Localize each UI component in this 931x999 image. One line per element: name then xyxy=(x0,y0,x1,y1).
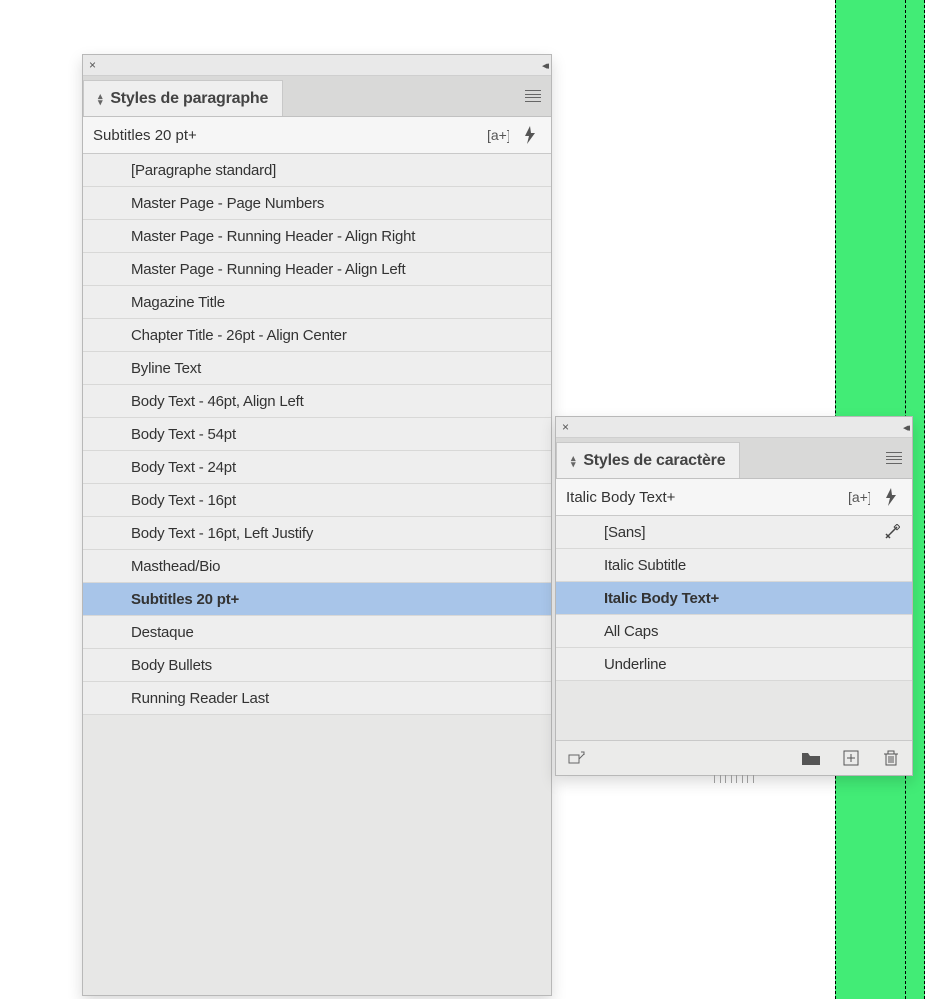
style-label: Subtitles 20 pt+ xyxy=(131,591,239,608)
svg-text:[a+]: [a+] xyxy=(487,127,509,143)
style-row[interactable]: Body Text - 46pt, Align Left xyxy=(83,385,551,418)
style-label: Master Page - Page Numbers xyxy=(131,195,324,212)
current-style-label: Italic Body Text+ xyxy=(566,489,675,506)
updown-icon: ▴▾ xyxy=(98,93,102,105)
paragraph-style-list[interactable]: [Paragraphe standard] Master Page - Page … xyxy=(83,154,551,995)
panel-tabbar: ▴▾ Styles de caractère xyxy=(556,438,912,479)
style-label: Destaque xyxy=(131,624,194,641)
collapse-icon[interactable]: ◂◂ xyxy=(542,59,547,72)
panel-menu-button[interactable] xyxy=(876,438,912,478)
tab-paragraph-styles[interactable]: ▴▾ Styles de paragraphe xyxy=(83,80,283,116)
style-label: Body Text - 54pt xyxy=(131,426,236,443)
style-row[interactable]: All Caps xyxy=(556,615,912,648)
style-row[interactable]: Body Text - 16pt, Left Justify xyxy=(83,517,551,550)
character-styles-panel: × ◂◂ ▴▾ Styles de caractère Italic Body … xyxy=(555,416,913,776)
style-row[interactable]: Italic Subtitle xyxy=(556,549,912,582)
quick-apply-icon[interactable] xyxy=(519,124,541,146)
menu-icon xyxy=(886,452,902,464)
style-label: Body Text - 16pt, Left Justify xyxy=(131,525,313,542)
panel-titlebar[interactable]: × ◂◂ xyxy=(556,417,912,438)
new-style-from-selection-icon[interactable]: [a+] xyxy=(487,124,509,146)
style-row[interactable]: Destaque xyxy=(83,616,551,649)
style-label: Body Text - 46pt, Align Left xyxy=(131,393,304,410)
style-row[interactable]: Master Page - Page Numbers xyxy=(83,187,551,220)
style-label: Body Bullets xyxy=(131,657,212,674)
style-label: Underline xyxy=(604,656,666,673)
panel-menu-button[interactable] xyxy=(515,76,551,116)
menu-icon xyxy=(525,90,541,102)
quick-apply-icon[interactable] xyxy=(880,486,902,508)
style-label: Master Page - Running Header - Align Rig… xyxy=(131,228,415,245)
current-style-row: Italic Body Text+ [a+] xyxy=(556,479,912,516)
style-row[interactable]: Underline xyxy=(556,648,912,681)
tab-character-styles[interactable]: ▴▾ Styles de caractère xyxy=(556,442,740,478)
collapse-icon[interactable]: ◂◂ xyxy=(903,421,908,434)
panel-titlebar[interactable]: × ◂◂ xyxy=(83,55,551,76)
style-label: Master Page - Running Header - Align Lef… xyxy=(131,261,405,278)
style-label: [Paragraphe standard] xyxy=(131,162,276,179)
break-link-icon[interactable] xyxy=(566,747,588,769)
style-label: Chapter Title - 26pt - Align Center xyxy=(131,327,347,344)
style-row[interactable]: Chapter Title - 26pt - Align Center xyxy=(83,319,551,352)
style-label: All Caps xyxy=(604,623,658,640)
style-row[interactable]: Masthead/Bio xyxy=(83,550,551,583)
style-row[interactable]: [Sans] xyxy=(556,516,912,549)
style-label: Running Reader Last xyxy=(131,690,269,707)
not-assignable-icon xyxy=(882,522,902,542)
delete-icon[interactable] xyxy=(880,747,902,769)
style-label: Body Text - 24pt xyxy=(131,459,236,476)
style-label: Byline Text xyxy=(131,360,201,377)
updown-icon: ▴▾ xyxy=(571,455,575,467)
style-label: Masthead/Bio xyxy=(131,558,220,575)
current-style-row: Subtitles 20 pt+ [a+] xyxy=(83,117,551,154)
panel-tabbar: ▴▾ Styles de paragraphe xyxy=(83,76,551,117)
new-group-icon[interactable] xyxy=(800,747,822,769)
style-row[interactable]: Master Page - Running Header - Align Rig… xyxy=(83,220,551,253)
current-style-label: Subtitles 20 pt+ xyxy=(93,127,197,144)
style-row[interactable]: [Paragraphe standard] xyxy=(83,154,551,187)
style-row[interactable]: Byline Text xyxy=(83,352,551,385)
close-icon[interactable]: × xyxy=(87,59,98,71)
style-row[interactable]: Body Text - 54pt xyxy=(83,418,551,451)
style-label: Italic Body Text+ xyxy=(604,590,719,607)
close-icon[interactable]: × xyxy=(560,421,571,433)
resize-handle[interactable] xyxy=(714,775,754,783)
style-label: [Sans] xyxy=(604,524,645,541)
new-style-from-selection-icon[interactable]: [a+] xyxy=(848,486,870,508)
style-row[interactable]: Italic Body Text+ xyxy=(556,582,912,615)
style-row[interactable]: Running Reader Last xyxy=(83,682,551,715)
style-label: Italic Subtitle xyxy=(604,557,686,574)
style-row[interactable]: Master Page - Running Header - Align Lef… xyxy=(83,253,551,286)
new-style-icon[interactable] xyxy=(840,747,862,769)
tab-label: Styles de paragraphe xyxy=(110,90,268,108)
style-label: Magazine Title xyxy=(131,294,225,311)
paragraph-styles-panel: × ◂◂ ▴▾ Styles de paragraphe Subtitles 2… xyxy=(82,54,552,996)
svg-text:[a+]: [a+] xyxy=(848,489,870,505)
panel-footer xyxy=(556,740,912,775)
style-label: Body Text - 16pt xyxy=(131,492,236,509)
style-row[interactable]: Body Text - 16pt xyxy=(83,484,551,517)
style-row[interactable]: Body Bullets xyxy=(83,649,551,682)
style-row[interactable]: Magazine Title xyxy=(83,286,551,319)
style-row[interactable]: Body Text - 24pt xyxy=(83,451,551,484)
character-style-list[interactable]: [Sans] Italic Subtitle Italic Body Text+ Al… xyxy=(556,516,912,740)
style-row[interactable]: Subtitles 20 pt+ xyxy=(83,583,551,616)
tab-label: Styles de caractère xyxy=(583,452,725,470)
